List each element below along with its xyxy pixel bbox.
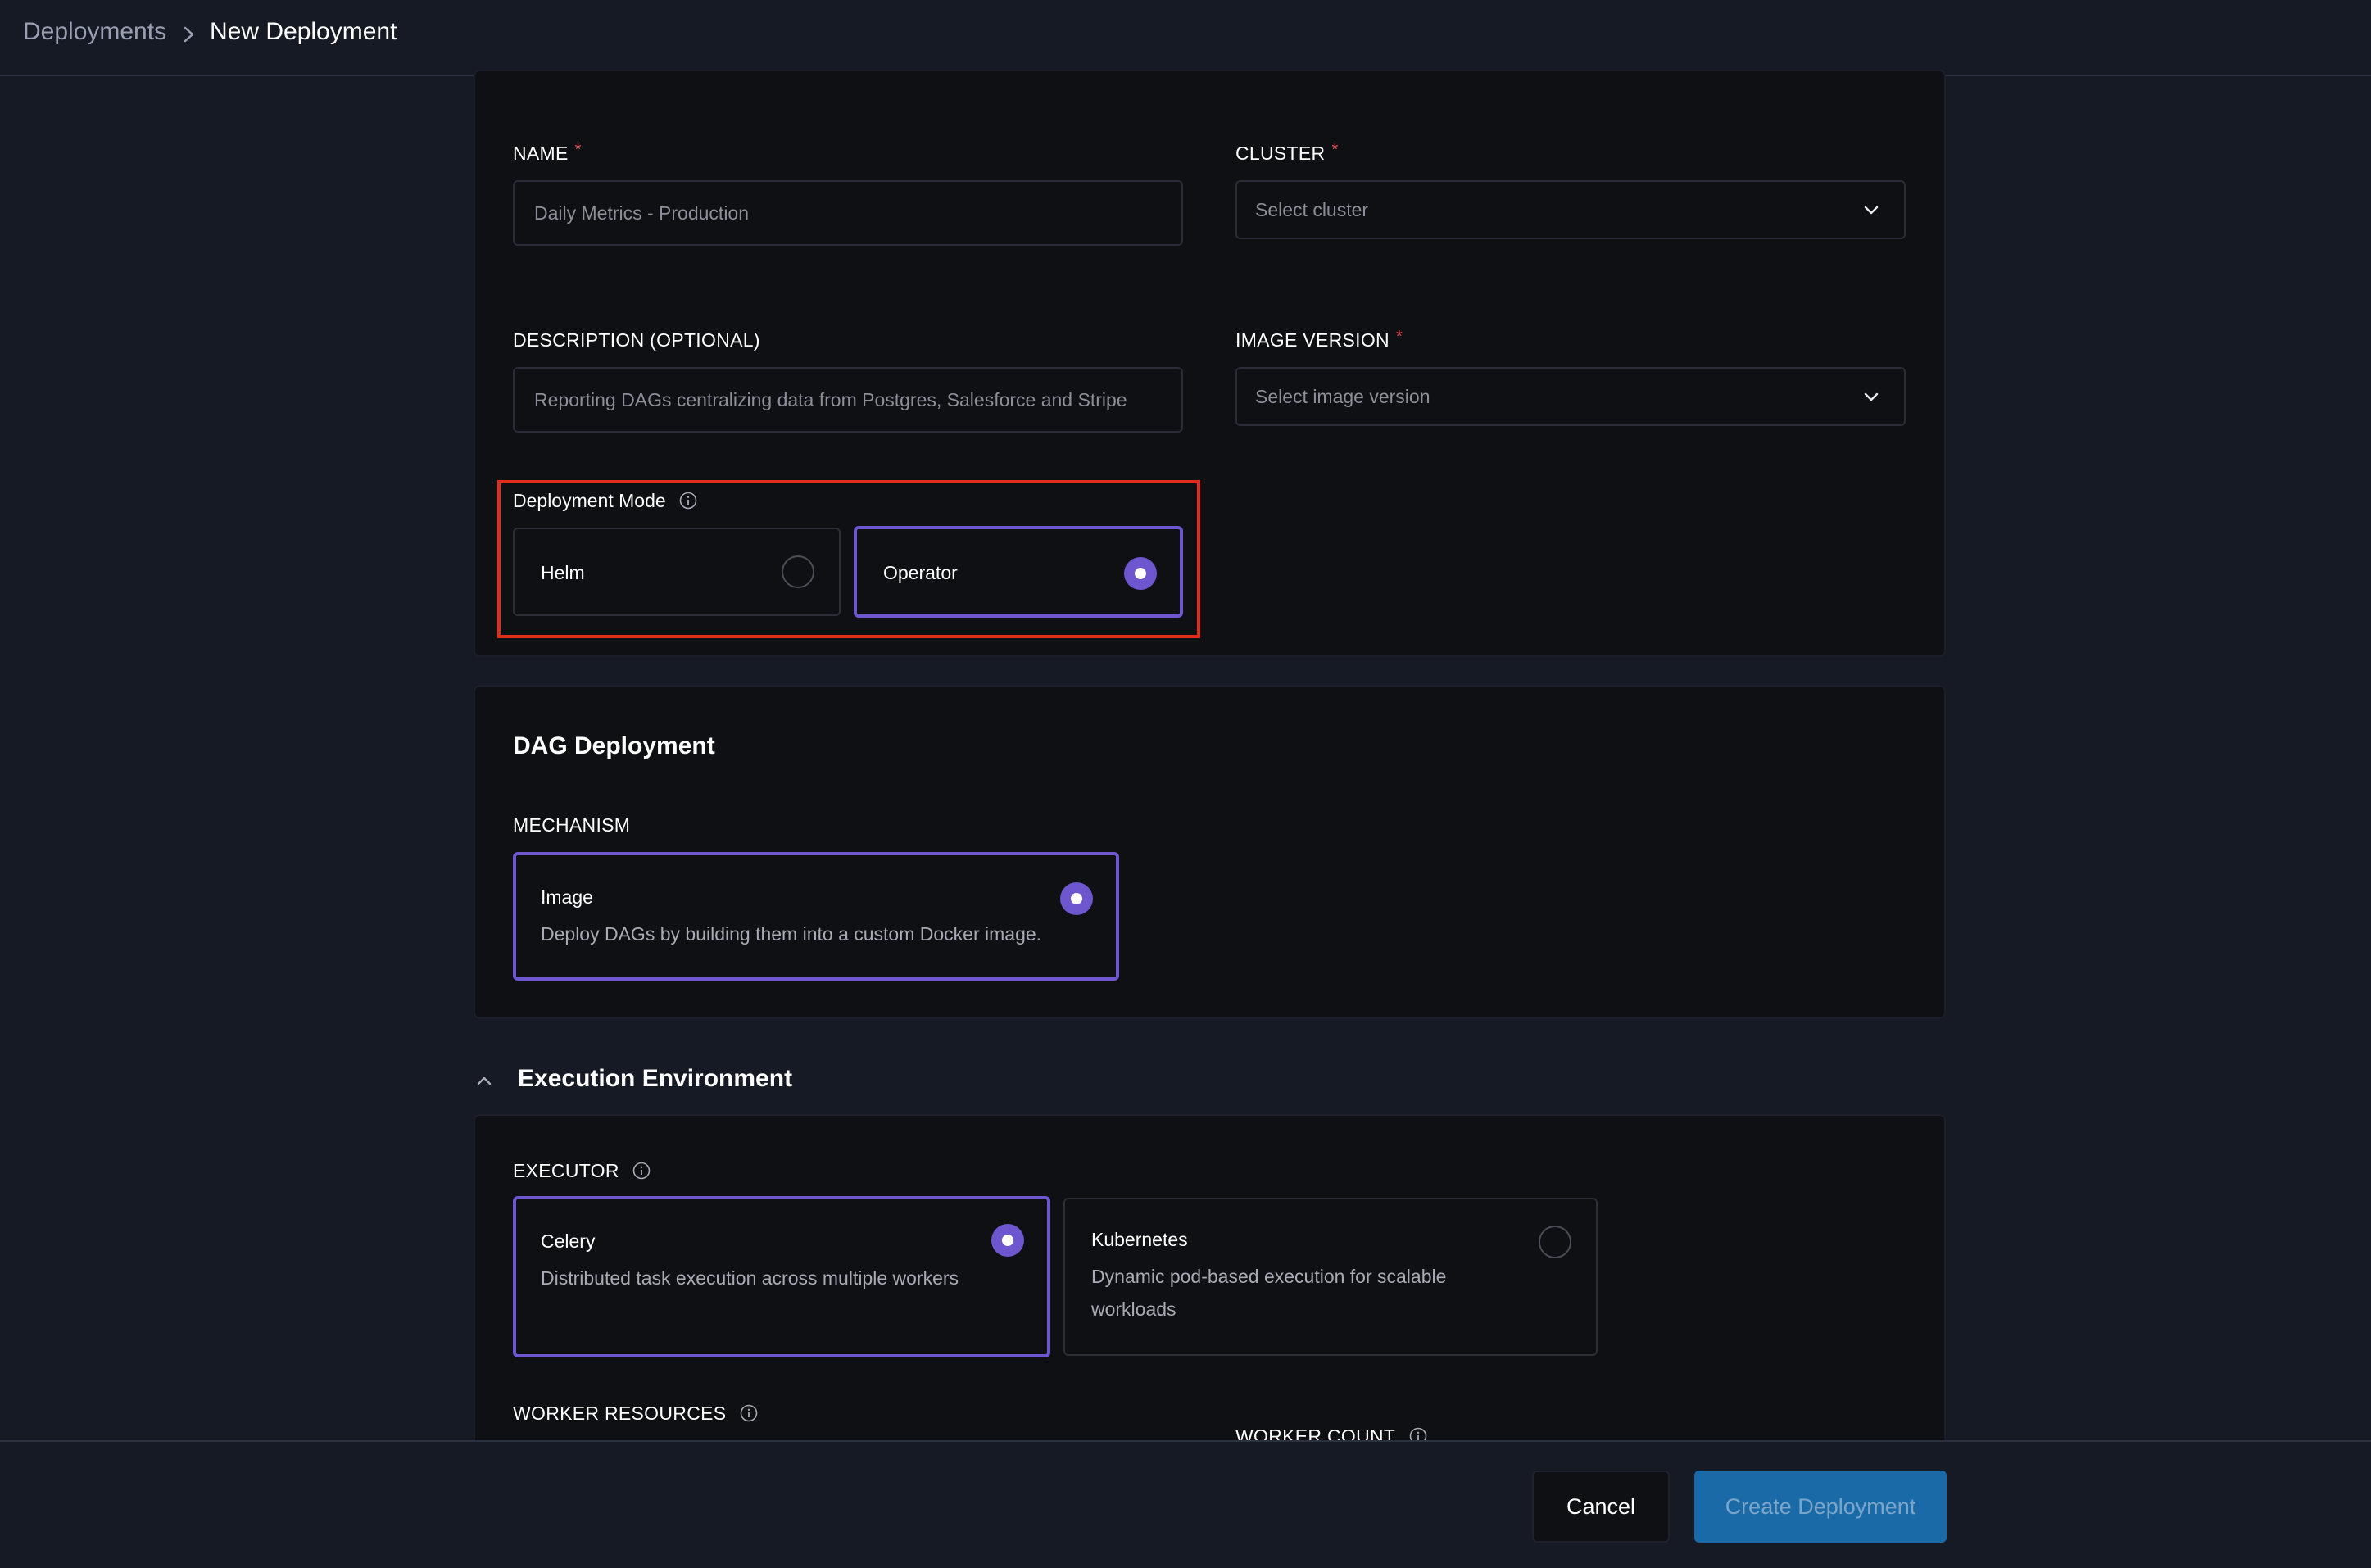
cluster-label: CLUSTER * (1235, 141, 1339, 165)
executor-option-celery[interactable]: Celery Distributed task execution across… (513, 1196, 1050, 1357)
option-title: Kubernetes (1091, 1229, 1188, 1250)
breadcrumb-deployments-link[interactable]: Deployments (23, 18, 166, 46)
highlight-box (497, 480, 1200, 638)
radio-selected[interactable] (991, 1224, 1024, 1257)
option-description: Distributed task execution across multip… (541, 1267, 959, 1289)
footer-bar (0, 1440, 2371, 1568)
executor-label-text: EXECUTOR (513, 1160, 619, 1181)
cluster-select-placeholder: Select cluster (1255, 198, 1369, 220)
chevron-up-icon[interactable] (472, 1068, 496, 1093)
name-label: NAME * (513, 141, 582, 165)
description-input-value: Reporting DAGs centralizing data from Po… (534, 388, 1127, 410)
info-icon[interactable] (632, 1162, 651, 1180)
cluster-label-text: CLUSTER (1235, 143, 1326, 164)
radio-unselected[interactable] (1539, 1226, 1571, 1258)
mechanism-option-image[interactable]: Image Deploy DAGs by building them into … (513, 852, 1119, 981)
create-deployment-button[interactable]: Create Deployment (1694, 1471, 1947, 1543)
required-mark: * (1331, 141, 1339, 159)
name-input[interactable]: Daily Metrics - Production (513, 180, 1183, 246)
name-label-text: NAME (513, 143, 569, 164)
worker-resources-label-text: WORKER RESOURCES (513, 1403, 727, 1424)
chevron-down-icon (1864, 392, 1879, 401)
worker-resources-label: WORKER RESOURCES (513, 1403, 758, 1425)
image-version-label: IMAGE VERSION * (1235, 328, 1403, 351)
image-version-select[interactable]: Select image version (1235, 367, 1906, 426)
executor-label: EXECUTOR (513, 1160, 651, 1182)
description-input[interactable]: Reporting DAGs centralizing data from Po… (513, 367, 1183, 433)
info-icon[interactable] (740, 1404, 758, 1422)
required-mark: * (574, 141, 582, 159)
name-input-value: Daily Metrics - Production (534, 202, 750, 224)
required-mark: * (1395, 328, 1403, 346)
option-description: Deploy DAGs by building them into a cust… (541, 923, 1042, 945)
execution-environment-title[interactable]: Execution Environment (518, 1065, 792, 1093)
option-title: Image (541, 886, 593, 908)
mechanism-label: MECHANISM (513, 814, 631, 836)
description-label: DESCRIPTION (OPTIONAL) (513, 329, 760, 351)
cancel-button[interactable]: Cancel (1532, 1471, 1670, 1543)
dag-deployment-title: DAG Deployment (513, 732, 715, 759)
image-version-select-placeholder: Select image version (1255, 385, 1430, 407)
option-description: Dynamic pod-based execution for scalable… (1091, 1266, 1447, 1320)
chevron-right-icon (184, 26, 194, 43)
option-title: Celery (541, 1230, 596, 1252)
executor-option-kubernetes[interactable]: Kubernetes Dynamic pod-based execution f… (1063, 1198, 1598, 1356)
radio-selected[interactable] (1060, 882, 1093, 915)
image-version-label-text: IMAGE VERSION (1235, 329, 1390, 351)
breadcrumb-current: New Deployment (210, 18, 397, 45)
cluster-select[interactable]: Select cluster (1235, 180, 1906, 239)
chevron-down-icon (1864, 206, 1879, 215)
